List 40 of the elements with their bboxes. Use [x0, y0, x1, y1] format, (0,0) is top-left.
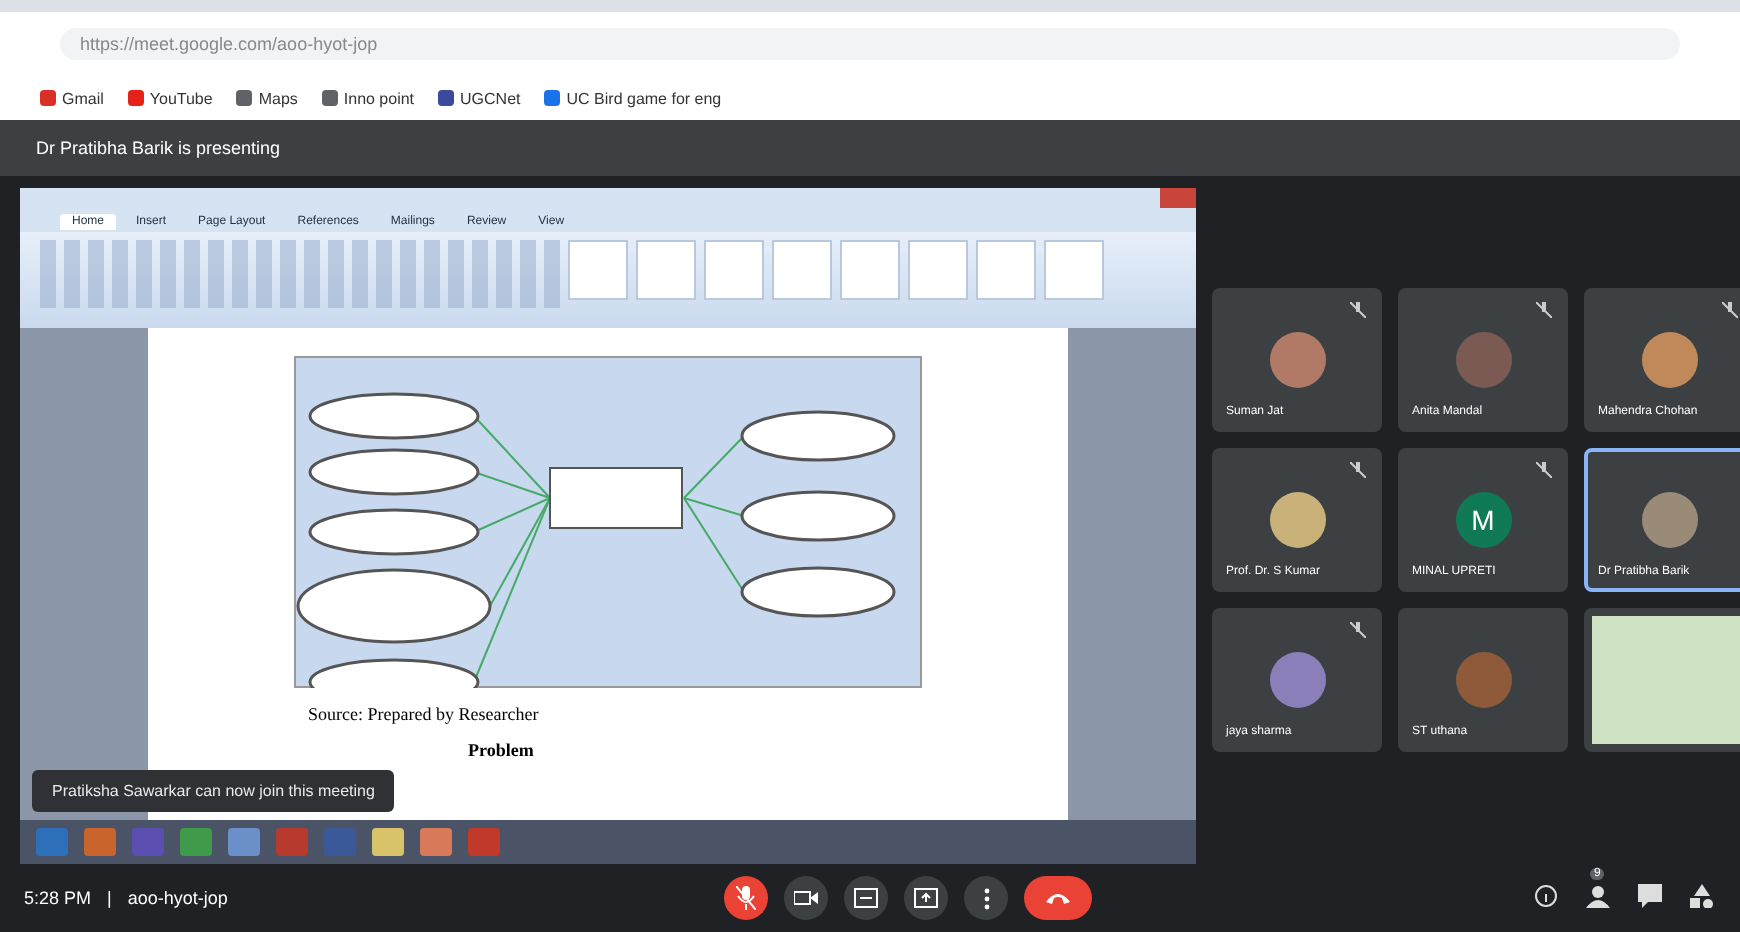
- camera-icon: [794, 888, 818, 908]
- bookmark-link[interactable]: UGCNet: [438, 89, 521, 107]
- figure-caption: Source: Prepared by Researcher: [308, 704, 539, 724]
- camera-button[interactable]: [784, 876, 828, 920]
- phone-icon: [1044, 890, 1072, 906]
- mic-off-button[interactable]: [724, 876, 768, 920]
- close-button[interactable]: [1160, 188, 1196, 208]
- meeting-time: 5:28 PM: [24, 888, 92, 908]
- captions-icon: [854, 888, 878, 908]
- bookmark-link[interactable]: Gmail: [40, 89, 104, 107]
- taskbar-app-icon[interactable]: [132, 828, 164, 856]
- present-button[interactable]: [904, 876, 948, 920]
- more-options-button[interactable]: [964, 876, 1008, 920]
- mic-off-icon: [736, 886, 756, 910]
- taskbar-app-icon[interactable]: [324, 828, 356, 856]
- shapes-icon[interactable]: [1688, 884, 1716, 912]
- bookmark-link[interactable]: Inno point: [321, 89, 415, 107]
- taskbar-app-icon[interactable]: [372, 828, 404, 856]
- document-heading: Problem: [468, 740, 534, 760]
- chat-icon[interactable]: [1636, 884, 1664, 912]
- bookmark-link[interactable]: Maps: [236, 89, 298, 107]
- hang-up-button[interactable]: [1024, 876, 1092, 920]
- taskbar-app-icon[interactable]: [84, 828, 116, 856]
- present-icon: [914, 888, 938, 908]
- taskbar-app-icon[interactable]: [420, 828, 452, 856]
- taskbar-app-icon[interactable]: [276, 828, 308, 856]
- divider-text: |: [107, 888, 112, 908]
- bookmark-link[interactable]: YouTube: [127, 89, 213, 107]
- avatar-initial: M: [1455, 492, 1511, 548]
- taskbar-app-icon[interactable]: [180, 828, 212, 856]
- join-notification: Pratiksha Sawarkar can now join this meeting: [32, 770, 395, 812]
- taskbar-app-icon[interactable]: [228, 828, 260, 856]
- more-icon: [983, 887, 989, 909]
- taskbar-app-icon[interactable]: [468, 828, 500, 856]
- info-icon[interactable]: [1532, 884, 1560, 912]
- captions-button[interactable]: [844, 876, 888, 920]
- bookmark-link[interactable]: UC Bird game for eng: [544, 89, 722, 107]
- taskbar-app-icon[interactable]: [36, 828, 68, 856]
- meeting-code: aoo-hyot-jop: [127, 888, 228, 908]
- presenting-text: Dr Pratibha Barik is presenting: [36, 138, 281, 158]
